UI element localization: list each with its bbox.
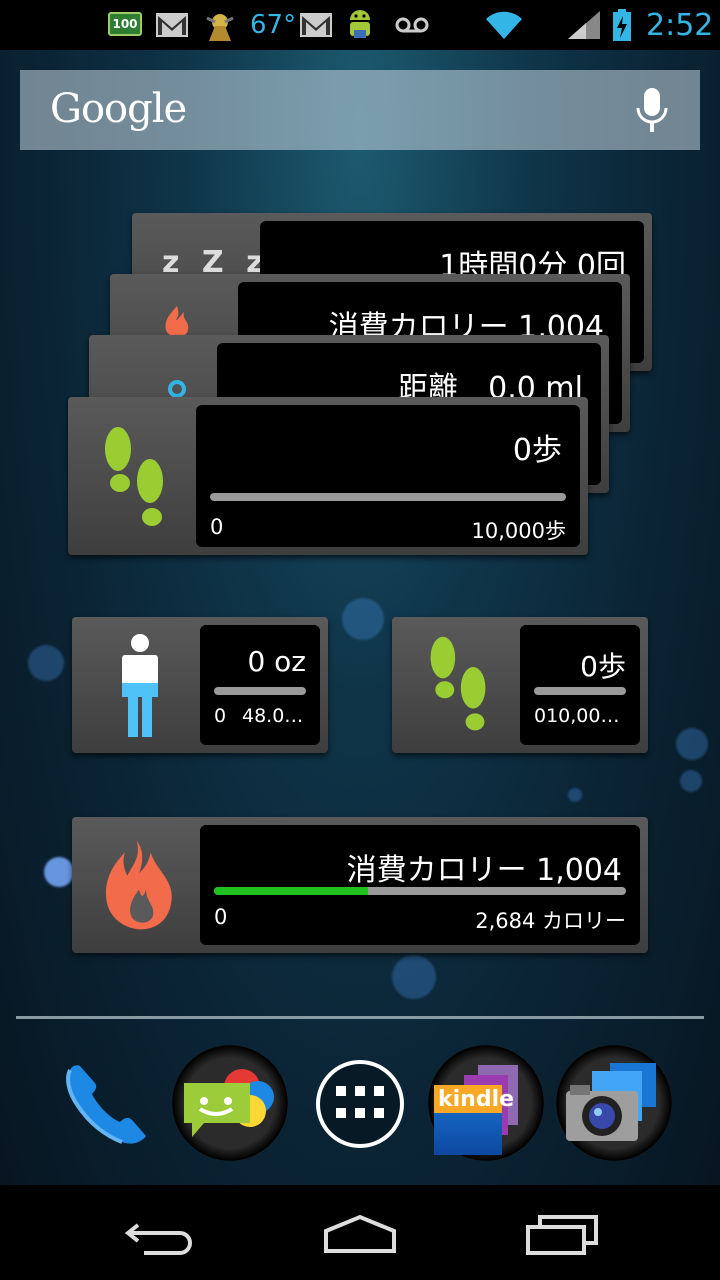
signal-icon bbox=[566, 8, 602, 42]
battery-badge: 100 bbox=[112, 17, 138, 31]
kindle-label: kindle bbox=[438, 1087, 515, 1112]
kindle-icon: kindle bbox=[434, 1065, 518, 1155]
calorie-min: 0 bbox=[214, 905, 228, 929]
gmail-icon bbox=[155, 8, 189, 42]
microphone-icon[interactable] bbox=[632, 86, 672, 134]
gmail-icon bbox=[299, 8, 333, 42]
steps-progress-bar bbox=[210, 493, 566, 501]
weight-widget-card[interactable]: 0 oz 0 48.0… bbox=[72, 617, 328, 753]
steps-min: 0 bbox=[210, 515, 224, 539]
dock-camera[interactable] bbox=[556, 1045, 672, 1161]
messaging-icon bbox=[184, 1069, 274, 1137]
home-icon[interactable] bbox=[322, 1213, 398, 1253]
calorie-widget-card[interactable]: 消費カロリー 1,004 0 2,684 カロリー bbox=[72, 817, 648, 953]
steps-small-panel: 0歩 010,00… bbox=[520, 625, 640, 745]
phone-icon bbox=[66, 1065, 146, 1144]
bokeh-bubble bbox=[676, 728, 708, 760]
steps-small-progress-bar bbox=[534, 687, 626, 695]
dock-kindle[interactable]: kindle bbox=[428, 1045, 544, 1161]
android-icon bbox=[344, 8, 376, 42]
bokeh-bubble bbox=[342, 598, 384, 640]
google-logo[interactable]: Google bbox=[50, 86, 187, 132]
bokeh-bubble bbox=[44, 857, 74, 887]
camera-icon bbox=[566, 1063, 656, 1141]
footprints-icon bbox=[105, 427, 163, 526]
weight-panel: 0 oz 0 48.0… bbox=[200, 625, 320, 745]
back-icon[interactable] bbox=[124, 1219, 194, 1255]
steps-small-max: 010,00… bbox=[534, 705, 620, 727]
distance-icon bbox=[168, 380, 186, 398]
dock-divider bbox=[16, 1016, 704, 1019]
weight-max: 48.0… bbox=[242, 705, 304, 727]
calorie-panel: 消費カロリー 1,004 0 2,684 カロリー bbox=[200, 825, 640, 945]
calorie-progress-fill bbox=[214, 887, 369, 895]
steps-small-value: 0歩 bbox=[580, 650, 626, 683]
weight-value: 0 oz bbox=[247, 645, 306, 678]
weight-min: 0 bbox=[214, 705, 227, 727]
calorie-progress-bar bbox=[214, 887, 626, 895]
bokeh-bubble bbox=[680, 770, 702, 792]
recent-apps-icon[interactable] bbox=[526, 1215, 600, 1255]
steps-small-widget-card[interactable]: 0歩 010,00… bbox=[392, 617, 648, 753]
calorie-value: 消費カロリー 1,004 bbox=[346, 853, 622, 888]
footprints-icon bbox=[430, 636, 486, 731]
app-drawer-button[interactable] bbox=[316, 1060, 404, 1148]
steps-widget-card[interactable]: 0歩 0 10,000歩 bbox=[68, 397, 588, 555]
steps-max: 10,000歩 bbox=[471, 519, 566, 543]
steps-panel: 0歩 0 10,000歩 bbox=[196, 405, 580, 547]
steps-value: 0歩 bbox=[512, 433, 562, 468]
calorie-max: 2,684 カロリー bbox=[475, 909, 626, 933]
dragon-icon bbox=[203, 8, 237, 42]
flame-icon bbox=[105, 840, 172, 930]
weight-progress-bar bbox=[214, 687, 306, 695]
dock-phone[interactable] bbox=[52, 1048, 162, 1158]
dock-messaging[interactable] bbox=[172, 1045, 288, 1161]
battery-100-icon: 100 bbox=[108, 12, 142, 36]
navigation-bar bbox=[0, 1185, 720, 1280]
clock: 2:52 bbox=[646, 7, 714, 43]
battery-charging-icon bbox=[612, 8, 632, 42]
person-icon bbox=[122, 634, 158, 737]
bokeh-bubble bbox=[568, 788, 582, 802]
temperature: 67° bbox=[250, 10, 297, 40]
bokeh-bubble bbox=[392, 955, 436, 999]
status-bar: 100 67° 2:52 bbox=[0, 0, 720, 50]
app-drawer-icon bbox=[336, 1086, 384, 1118]
wifi-icon bbox=[484, 8, 524, 42]
bokeh-bubble bbox=[28, 645, 64, 681]
voicemail-icon bbox=[394, 8, 430, 42]
